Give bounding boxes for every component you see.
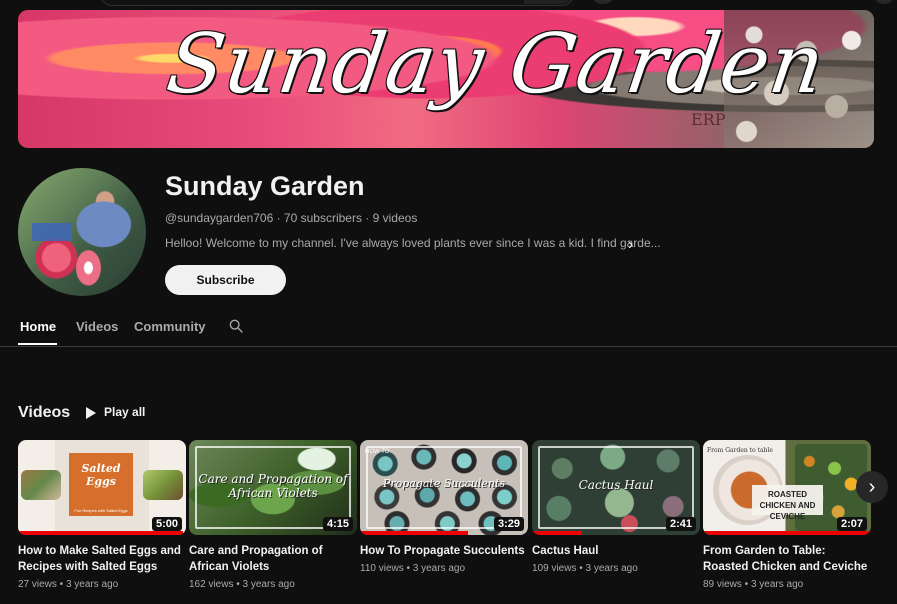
video-card[interactable]: From Garden to table ROASTED CHICKEN AND… bbox=[703, 440, 871, 590]
subscribe-button[interactable]: Subscribe bbox=[165, 265, 286, 295]
video-title[interactable]: Care and Propagation of African Violets bbox=[189, 543, 357, 575]
tab-community[interactable]: Community bbox=[134, 319, 206, 334]
watch-progress-bar bbox=[532, 531, 583, 535]
video-thumbnail[interactable]: Care and Propagation of African Violets … bbox=[189, 440, 357, 535]
thumbnail-text: Salted Eggs bbox=[81, 462, 121, 488]
watch-progress-bar bbox=[703, 531, 871, 535]
video-duration: 4:15 bbox=[322, 517, 353, 531]
top-mic-button[interactable] bbox=[592, 0, 614, 4]
thumbnail-label: From Garden to table bbox=[707, 447, 773, 454]
video-title[interactable]: Cactus Haul bbox=[532, 543, 700, 559]
videos-section-title: Videos bbox=[18, 404, 71, 421]
channel-description[interactable]: Helloo! Welcome to my channel. I've alwa… bbox=[165, 236, 661, 250]
thumbnail-text: ROASTED CHICKEN AND CEVICHE bbox=[752, 485, 823, 521]
video-duration: 5:00 bbox=[151, 517, 182, 531]
thumbnail-text: Cactus Haul bbox=[578, 478, 654, 492]
video-title[interactable]: How to Make Salted Eggs and Recipes with… bbox=[18, 543, 186, 575]
video-meta: 109 views • 3 years ago bbox=[532, 563, 638, 574]
thumbnail-text: Care and Propagation of African Violets bbox=[198, 472, 348, 500]
video-meta: 110 views • 3 years ago bbox=[360, 563, 466, 574]
banner-title: Sunday Garden bbox=[161, 17, 831, 112]
top-navigation-strip bbox=[0, 0, 897, 10]
video-meta: 89 views • 3 years ago bbox=[703, 579, 804, 590]
video-meta: 162 views • 3 years ago bbox=[189, 579, 295, 590]
tab-home[interactable]: Home bbox=[20, 319, 56, 334]
channel-banner: Sunday Garden ERP bbox=[18, 10, 874, 148]
video-card[interactable]: Salted Eggs Fun Recipes with Salted Eggs… bbox=[18, 440, 186, 590]
watch-progress-bar bbox=[18, 531, 183, 535]
video-meta: 27 views • 3 years ago bbox=[18, 579, 119, 590]
video-card[interactable]: HOW TO Propagate Succulents 3:29 How To … bbox=[360, 440, 528, 574]
play-all-button[interactable]: Play all bbox=[86, 405, 145, 419]
video-thumbnail[interactable]: From Garden to table ROASTED CHICKEN AND… bbox=[703, 440, 871, 535]
carousel-next-button[interactable]: › bbox=[856, 471, 888, 503]
video-card[interactable]: Care and Propagation of African Violets … bbox=[189, 440, 357, 590]
video-thumbnail[interactable]: Salted Eggs Fun Recipes with Salted Eggs… bbox=[18, 440, 186, 535]
channel-name: Sunday Garden bbox=[165, 171, 365, 201]
watch-progress-bar bbox=[360, 531, 468, 535]
thumbnail-title-card: Salted Eggs Fun Recipes with Salted Eggs bbox=[69, 453, 133, 516]
thumbnail-photo-right bbox=[143, 470, 183, 500]
video-duration: 2:41 bbox=[665, 517, 696, 531]
video-thumbnail[interactable]: HOW TO Propagate Succulents 3:29 bbox=[360, 440, 528, 535]
channel-meta: @sundaygarden706 · 70 subscribers · 9 vi… bbox=[165, 211, 418, 225]
video-title[interactable]: How To Propagate Succulents bbox=[360, 543, 528, 559]
video-title[interactable]: From Garden to Table: Roasted Chicken an… bbox=[703, 543, 871, 575]
top-search-bar[interactable] bbox=[100, 0, 574, 6]
channel-avatar bbox=[18, 168, 146, 296]
top-right-button[interactable] bbox=[874, 0, 894, 4]
chevron-right-icon[interactable]: › bbox=[628, 236, 633, 254]
tab-videos[interactable]: Videos bbox=[76, 319, 118, 334]
active-tab-indicator bbox=[18, 343, 57, 345]
search-icon[interactable] bbox=[228, 318, 244, 334]
thumbnail-photo-left bbox=[21, 470, 61, 500]
video-thumbnail[interactable]: Cactus Haul 2:41 bbox=[532, 440, 700, 535]
thumbnail-subtext: Fun Recipes with Salted Eggs bbox=[74, 508, 128, 513]
chevron-right-icon: › bbox=[868, 476, 876, 498]
video-card[interactable]: Cactus Haul 2:41 Cactus Haul 109 views •… bbox=[532, 440, 700, 574]
channel-tabs: Home Videos Community bbox=[0, 311, 897, 347]
play-all-label: Play all bbox=[104, 405, 146, 419]
thumbnail-label: HOW TO bbox=[365, 449, 390, 455]
play-icon bbox=[86, 406, 96, 419]
banner-watermark: ERP bbox=[691, 110, 726, 129]
video-duration: 2:07 bbox=[836, 517, 867, 531]
thumbnail-text: Propagate Succulents bbox=[382, 477, 506, 490]
video-duration: 3:29 bbox=[493, 517, 524, 531]
